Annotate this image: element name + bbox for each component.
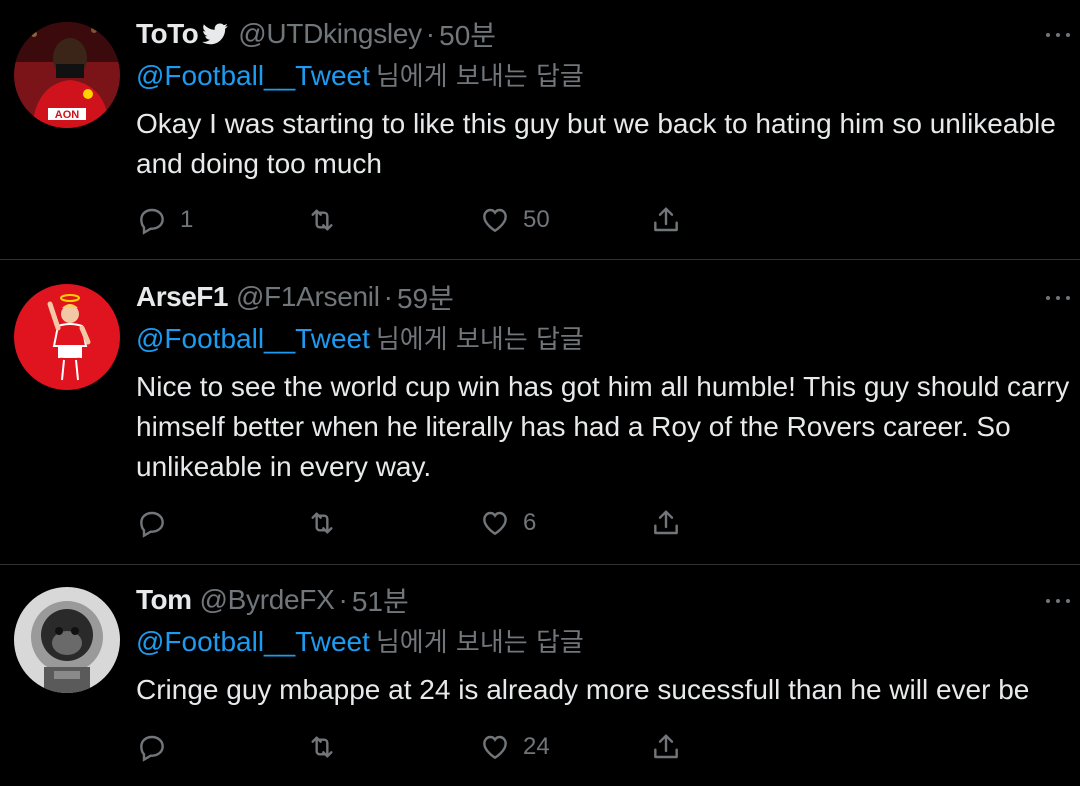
monkey-astronaut-avatar-icon: [14, 587, 120, 693]
user-handle[interactable]: @UTDkingsley: [238, 18, 422, 50]
reply-context-label: 님에게 보내는 답글: [375, 628, 584, 658]
reply-context: @Football__Tweet 님에게 보내는 답글: [136, 319, 584, 356]
retweet-button[interactable]: [306, 506, 338, 540]
timestamp[interactable]: 51분: [352, 580, 409, 620]
retweet-button[interactable]: [306, 730, 338, 764]
share-button[interactable]: [650, 506, 682, 540]
more-options-icon[interactable]: [1046, 596, 1070, 606]
display-name[interactable]: ToTo: [136, 18, 199, 50]
tweet-header: ArseF1 @F1Arsenil · 59분: [136, 279, 454, 315]
heart-icon: [483, 208, 507, 233]
separator-dot: ·: [338, 584, 348, 615]
reply-icon: [140, 208, 164, 235]
timestamp[interactable]: 50분: [439, 14, 496, 54]
separator-dot: ·: [425, 18, 436, 49]
like-button[interactable]: 6: [479, 506, 536, 540]
reply-mention-link[interactable]: @Football__Tweet: [136, 60, 370, 91]
like-count: 6: [523, 509, 537, 536]
user-handle[interactable]: @F1Arsenil: [236, 281, 380, 313]
like-count: 50: [523, 206, 550, 233]
tweet-actions: 1 50: [136, 203, 696, 237]
reply-context-label: 님에게 보내는 답글: [375, 62, 584, 92]
tweet-header: ToTo @UTDkingsley · 50분: [136, 16, 496, 52]
reply-context: @Football__Tweet 님에게 보내는 답글: [136, 622, 584, 659]
tweet-actions: 6: [136, 506, 696, 540]
heart-icon: [483, 735, 507, 760]
reply-context-label: 님에게 보내는 답글: [375, 325, 584, 355]
retweet-icon: [311, 209, 333, 231]
more-options-icon[interactable]: [1046, 30, 1070, 40]
share-icon: [654, 510, 678, 535]
more-options-icon[interactable]: [1046, 293, 1070, 303]
reply-count: 1: [180, 206, 194, 233]
tweet-1[interactable]: AON ToTo @UTDkingsley · 50분 @Football__T…: [0, 0, 1080, 260]
separator-dot: ·: [383, 281, 393, 312]
reply-icon: [140, 735, 164, 762]
reply-mention-link[interactable]: @Football__Tweet: [136, 626, 370, 657]
tweet-text: Cringe guy mbappe at 24 is already more …: [136, 674, 1030, 705]
share-icon: [654, 207, 678, 232]
reply-button[interactable]: [136, 506, 180, 540]
tweet-actions: 24: [136, 730, 696, 764]
reply-icon: [140, 511, 164, 538]
share-icon: [654, 734, 678, 759]
reply-mention-link[interactable]: @Football__Tweet: [136, 323, 370, 354]
reply-button[interactable]: [136, 730, 180, 764]
retweet-icon: [311, 736, 333, 758]
display-name[interactable]: Tom: [136, 584, 192, 616]
bird-icon: [202, 23, 229, 45]
player-red-jersey-avatar-icon: AON: [14, 22, 120, 128]
display-name[interactable]: ArseF1: [136, 281, 228, 313]
cartoon-player-halo-avatar-icon: [14, 284, 120, 390]
retweet-button[interactable]: [306, 203, 338, 237]
reply-context: @Football__Tweet 님에게 보내는 답글: [136, 56, 584, 93]
user-handle[interactable]: @ByrdeFX: [200, 584, 335, 616]
like-button[interactable]: 24: [479, 730, 550, 764]
tweet-3[interactable]: Tom @ByrdeFX · 51분 @Football__Tweet 님에게 보…: [0, 565, 1080, 786]
heart-icon: [483, 511, 507, 536]
tweet-text: Okay I was starting to like this guy but…: [136, 108, 1056, 179]
avatar[interactable]: [14, 284, 120, 390]
like-button[interactable]: 50: [479, 203, 550, 237]
share-button[interactable]: [650, 203, 682, 237]
tweet-text: Nice to see the world cup win has got hi…: [136, 371, 1070, 482]
timestamp[interactable]: 59분: [397, 277, 454, 317]
retweet-icon: [311, 512, 333, 534]
avatar[interactable]: AON: [14, 22, 120, 128]
like-count: 24: [523, 733, 550, 760]
tweet-header: Tom @ByrdeFX · 51분: [136, 582, 409, 618]
tweet-2[interactable]: ArseF1 @F1Arsenil · 59분 @Football__Tweet…: [0, 260, 1080, 565]
avatar[interactable]: [14, 587, 120, 693]
reply-button[interactable]: 1: [136, 203, 193, 237]
svg-text:AON: AON: [55, 109, 80, 121]
share-button[interactable]: [650, 730, 682, 764]
